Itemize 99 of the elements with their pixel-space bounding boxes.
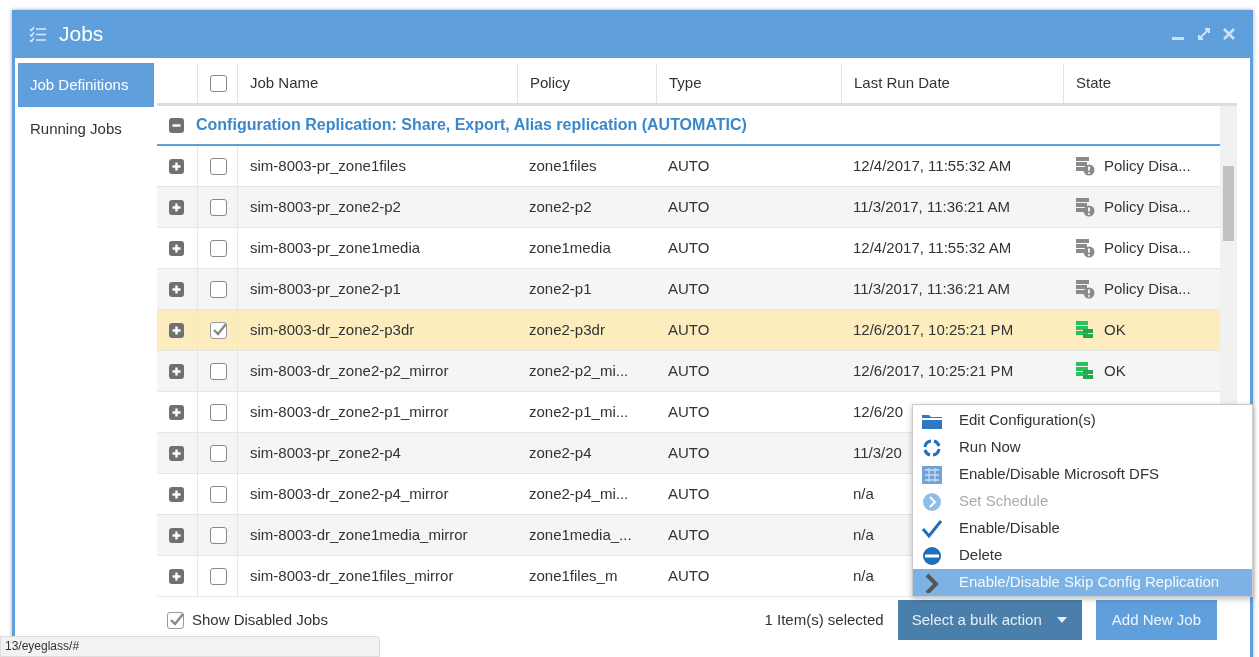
job-name: sim-8003-dr_zone2-p1_mirror (250, 401, 449, 422)
row-checkbox[interactable] (210, 157, 227, 175)
sidebar-tab[interactable]: Running Jobs (18, 107, 154, 151)
policy-cell-text: zone2-p3dr (529, 319, 605, 340)
job-name: sim-8003-dr_zone2-p2_mirror (250, 360, 449, 381)
date-cell-text: 11/3/2017, 11:36:21 AM (853, 196, 1011, 217)
expand-icon[interactable] (169, 445, 184, 461)
date-cell-text: 11/3/20 (853, 442, 902, 463)
row-checkbox[interactable] (210, 321, 227, 339)
type-cell-text: AUTO (668, 278, 710, 299)
close-icon[interactable] (1222, 27, 1236, 41)
grid-icon (921, 464, 943, 485)
job-name: sim-8003-dr_zone2-p3dr (250, 319, 415, 340)
type-cell-text: AUTO (668, 196, 710, 217)
expand-icon[interactable] (169, 363, 184, 379)
type-cell-text: AUTO (668, 401, 710, 422)
type-cell-text: AUTO (668, 319, 710, 340)
row-checkbox[interactable] (210, 362, 227, 380)
list-check-icon (29, 26, 47, 42)
job-name: sim-8003-pr_zone2-p1 (250, 278, 401, 299)
date-cell-text: 12/4/2017, 11:55:32 AM (853, 237, 1012, 258)
job-name: sim-8003-pr_zone1media (250, 237, 421, 258)
policy-cell-text: zone1files (529, 155, 597, 176)
policy-cell-text: zone2-p4 (529, 442, 592, 463)
expand-icon[interactable] (169, 322, 184, 338)
expand-icon[interactable] (169, 240, 184, 256)
selection-count: 1 Item(s) selected (764, 609, 884, 630)
column-header[interactable]: Job Name (250, 72, 319, 95)
column-header[interactable]: State (1076, 72, 1112, 95)
expand-icon[interactable] (169, 404, 184, 420)
column-header[interactable]: Type (669, 72, 702, 95)
policy-cell-text: zone2-p2_mi... (529, 360, 629, 381)
date-cell-text: 12/4/2017, 11:55:32 AM (853, 155, 1012, 176)
policy-cell-text: zone1media_... (529, 524, 632, 545)
checkbox-label[interactable]: Show Disabled Jobs (192, 608, 328, 632)
select-all-checkbox[interactable] (210, 75, 227, 92)
checkmark-icon (921, 518, 943, 539)
date-cell-text: n/a (853, 565, 874, 586)
job-name: sim-8003-pr_zone2-p2 (250, 196, 401, 217)
chevron-circle-icon (921, 491, 943, 512)
minus-circle-icon (921, 545, 943, 566)
table-row[interactable]: sim-8003-pr_zone2-p1 zone2-p1 AUTO 11/3/2017, 11:36:21 AM Policy Disa... (157, 269, 1220, 310)
policy-cell-text: zone2-p4_mi... (529, 483, 629, 504)
table-row[interactable]: sim-8003-dr_zone2-p2_mirror zone2-p2_mi... AUTO 12/6/2017, 10:25:21 PM OK (157, 351, 1220, 392)
state-cell-text: Policy Disa... (1104, 155, 1191, 176)
refresh-icon (921, 437, 943, 458)
type-cell-text: AUTO (668, 155, 710, 176)
job-name: sim-8003-dr_zone1media_mirror (250, 524, 468, 545)
maximize-icon[interactable] (1196, 26, 1212, 42)
expand-icon[interactable] (169, 527, 184, 543)
expand-icon[interactable] (169, 568, 184, 584)
date-cell-text: n/a (853, 524, 874, 545)
state-cell-text: Policy Disa... (1104, 278, 1191, 299)
policy-cell-text: zone2-p1 (529, 278, 592, 299)
expand-icon[interactable] (169, 158, 184, 174)
job-name: sim-8003-pr_zone2-p4 (250, 442, 401, 463)
row-checkbox[interactable] (210, 403, 227, 421)
row-checkbox[interactable] (210, 567, 227, 585)
row-checkbox[interactable] (210, 526, 227, 544)
date-cell-text: 12/6/2017, 10:25:21 PM (853, 360, 1014, 381)
policy-cell-text: zone2-p1_mi... (529, 401, 629, 422)
type-cell-text: AUTO (668, 565, 710, 586)
state-cell-text: Policy Disa... (1104, 196, 1191, 217)
policy-cell-text: zone1media (529, 237, 611, 258)
row-checkbox[interactable] (210, 485, 227, 503)
date-cell-text: n/a (853, 483, 874, 504)
type-cell-text: AUTO (668, 237, 710, 258)
state-cell-text: Policy Disa... (1104, 237, 1191, 258)
table-row[interactable]: sim-8003-pr_zone2-p2 zone2-p2 AUTO 11/3/2017, 11:36:21 AM Policy Disa... (157, 187, 1220, 228)
job-name: sim-8003-pr_zone1files (250, 155, 406, 176)
state-cell-text: OK (1104, 360, 1126, 381)
row-checkbox[interactable] (210, 444, 227, 462)
expand-icon[interactable] (169, 199, 184, 215)
status-url: 13/eyeglass/# (5, 639, 80, 653)
column-header[interactable]: Policy (530, 72, 570, 95)
type-cell-text: AUTO (668, 524, 710, 545)
policy-cell-text: zone2-p2 (529, 196, 592, 217)
bulk-action-dropdown[interactable]: Select a bulk action (897, 600, 1082, 640)
type-cell-text: AUTO (668, 360, 710, 381)
group-title: Configuration Replication: Share, Export, Alias replication (AUTOMATIC) (196, 115, 747, 135)
job-name: sim-8003-dr_zone2-p4_mirror (250, 483, 449, 504)
date-cell-text: 12/6/2017, 10:25:21 PM (853, 319, 1014, 340)
date-cell-text: 12/6/20 (853, 401, 904, 422)
window-title: Jobs (59, 21, 104, 48)
expand-icon[interactable] (169, 486, 184, 502)
policy-cell-text: zone1files_m (529, 565, 618, 586)
expand-icon[interactable] (169, 281, 184, 297)
collapse-icon[interactable] (169, 117, 184, 133)
row-checkbox[interactable] (210, 198, 227, 216)
column-header[interactable]: Last Run Date (854, 72, 950, 95)
date-cell-text: 11/3/2017, 11:36:21 AM (853, 278, 1011, 299)
type-cell-text: AUTO (668, 483, 710, 504)
row-checkbox[interactable] (210, 280, 227, 298)
job-name: sim-8003-dr_zone1files_mirror (250, 565, 454, 586)
table-row[interactable]: sim-8003-dr_zone2-p3dr zone2-p3dr AUTO 12/6/2017, 10:25:21 PM OK (157, 310, 1220, 351)
state-cell-text: OK (1104, 319, 1126, 340)
row-checkbox[interactable] (210, 239, 227, 257)
caret-icon (1055, 616, 1068, 624)
type-cell-text: AUTO (668, 442, 710, 463)
